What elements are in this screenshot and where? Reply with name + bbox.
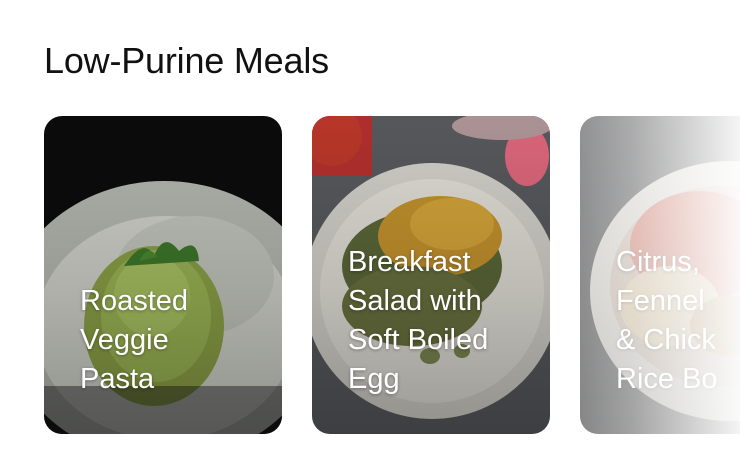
low-purine-meals-section: Low-Purine Meals Roasted Veggie Pasta Br…: [0, 0, 740, 466]
meal-card-breakfast-salad[interactable]: Breakfast Salad with Soft Boiled Egg: [312, 116, 550, 434]
section-title: Low-Purine Meals: [44, 40, 329, 81]
meal-card-citrus-fennel-chicken-rice-bowl[interactable]: Citrus, Fennel & Chick Rice Bo: [580, 116, 740, 434]
card-title: Breakfast Salad with Soft Boiled Egg: [348, 246, 489, 395]
card-title: Roasted Veggie Pasta: [80, 285, 189, 395]
card-title: Citrus, Fennel & Chick Rice Bo: [616, 246, 718, 395]
meal-card-roasted-veggie-pasta[interactable]: Roasted Veggie Pasta: [44, 116, 282, 434]
meal-carousel[interactable]: Roasted Veggie Pasta Breakfast Salad wit: [0, 116, 740, 436]
